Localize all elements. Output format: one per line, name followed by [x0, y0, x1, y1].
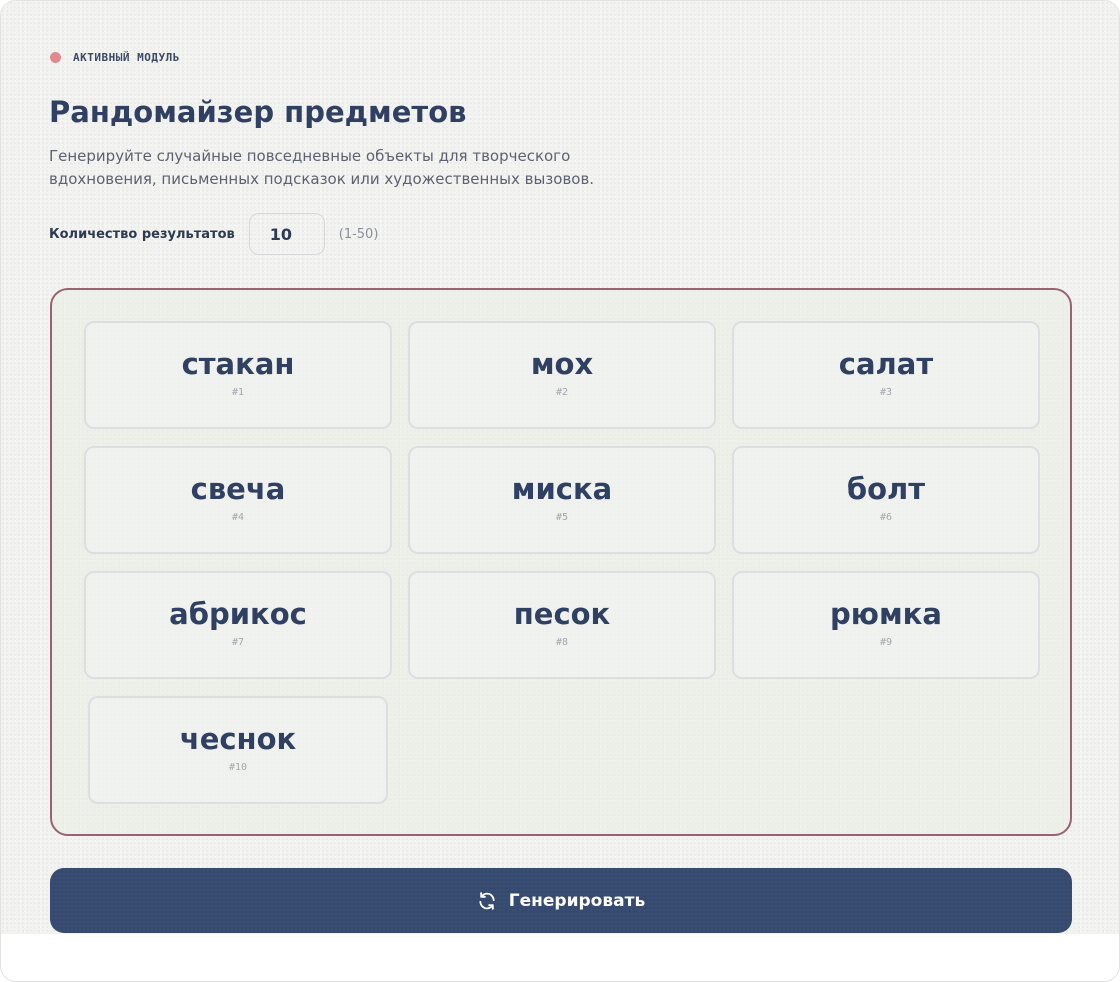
active-module-badge: АКТИВНЫЙ МОДУЛЬ — [50, 51, 180, 64]
result-word: чеснок — [179, 722, 297, 756]
refresh-icon — [479, 891, 495, 910]
count-range-hint: (1-50) — [338, 226, 379, 242]
result-card: болт #6 — [732, 446, 1040, 554]
result-card: мох #2 — [408, 321, 716, 429]
result-word: песок — [513, 597, 611, 631]
result-number: #5 — [555, 512, 569, 523]
result-count-control: Количество результатов (1-50) — [49, 213, 378, 255]
result-card: рюмка #9 — [732, 571, 1040, 679]
result-number: #9 — [879, 637, 893, 648]
result-card: стакан #1 — [84, 321, 392, 429]
result-word: мох — [530, 347, 594, 381]
app-frame: АКТИВНЫЙ МОДУЛЬ Рандомайзер предметов Ге… — [0, 0, 1120, 982]
result-card: песок #8 — [408, 571, 716, 679]
result-word: рюмка — [830, 597, 942, 631]
result-word: стакан — [181, 347, 295, 381]
result-card: салат #3 — [732, 321, 1040, 429]
results-grid: стакан #1 мох #2 салат #3 свеча #4 миска — [84, 321, 1040, 804]
module-panel: АКТИВНЫЙ МОДУЛЬ Рандомайзер предметов Ге… — [1, 1, 1119, 934]
result-number: #3 — [879, 387, 893, 398]
result-card: абрикос #7 — [84, 571, 392, 679]
result-number: #1 — [231, 387, 245, 398]
result-number: #6 — [879, 512, 893, 523]
result-number: #7 — [231, 637, 245, 648]
result-number: #4 — [231, 512, 245, 523]
result-number: #8 — [555, 637, 569, 648]
count-label: Количество результатов — [49, 226, 235, 242]
result-word: абрикос — [169, 597, 307, 631]
page-description: Генерируйте случайные повседневные объек… — [49, 147, 595, 188]
generate-button[interactable]: Генерировать — [50, 868, 1072, 933]
result-card: свеча #4 — [84, 446, 392, 554]
generate-button-label: Генерировать — [508, 890, 646, 911]
page-title: Рандомайзер предметов — [49, 95, 467, 129]
result-word: миска — [511, 472, 613, 506]
badge-label: АКТИВНЫЙ МОДУЛЬ — [73, 51, 180, 64]
count-input[interactable] — [248, 213, 325, 255]
result-number: #2 — [555, 387, 569, 398]
result-card: миска #5 — [408, 446, 716, 554]
result-word: болт — [846, 472, 926, 506]
result-number: #10 — [228, 762, 248, 773]
result-word: свеча — [190, 472, 286, 506]
result-card: чеснок #10 — [88, 696, 388, 804]
result-word: салат — [838, 347, 934, 381]
status-dot-icon — [50, 52, 61, 63]
results-panel: стакан #1 мох #2 салат #3 свеча #4 миска — [50, 288, 1072, 836]
